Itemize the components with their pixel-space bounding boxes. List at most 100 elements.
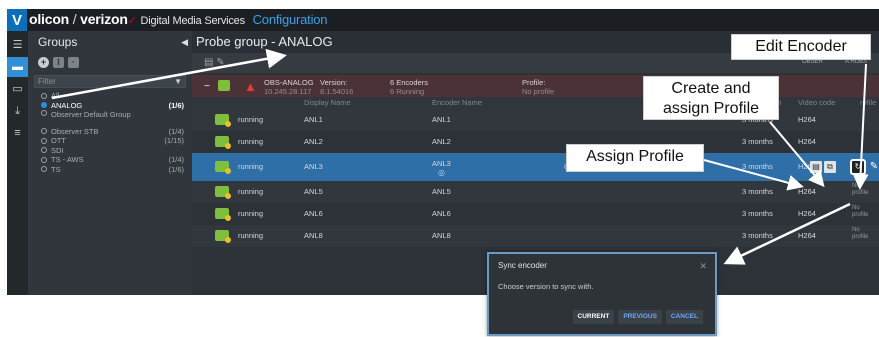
filter-placeholder: Filter (38, 77, 56, 86)
groups-title: Groups (38, 35, 78, 49)
group-item-observer-default[interactable]: Observer Default Group (28, 110, 192, 126)
table-row[interactable]: running ANL8 ANL8 3 months H264 No profi… (192, 225, 879, 247)
warning-icon: ▲ (244, 79, 257, 94)
group-item-observer-stb[interactable]: Observer STB (1/4) (28, 127, 192, 136)
radio-icon (41, 137, 47, 144)
close-icon[interactable]: ✕ (699, 254, 707, 278)
encoder-status-icon (215, 186, 231, 199)
radio-selected-icon (41, 102, 47, 108)
group-item-analog[interactable]: ANALOG (1/6) (28, 101, 192, 110)
callout-edit-encoder: Edit Encoder (731, 34, 871, 60)
radio-icon (41, 110, 47, 116)
row-encoder-name: ANL3 (432, 159, 451, 168)
group-count: (1/15) (164, 136, 184, 145)
add-group-icon[interactable]: + (38, 56, 49, 68)
group-item-all[interactable]: All (28, 91, 192, 100)
version-label: Version: (320, 78, 348, 87)
group-label: TS - AWS (51, 155, 84, 164)
groups-header: Groups ◀ (28, 31, 192, 53)
brand-volicon: olicon (29, 11, 70, 27)
row-retention: 3 months (742, 209, 773, 218)
row-display-name: ANL5 (304, 187, 323, 196)
filter-funnel-icon[interactable]: ▼ (174, 76, 182, 87)
sync-encoder-dialog: Sync encoder ✕ Choose version to sync wi… (487, 252, 717, 336)
dialog-title-text: Sync encoder (498, 261, 547, 270)
radio-icon (41, 147, 47, 153)
device-icon[interactable]: ▭ (7, 79, 28, 99)
encoder-status-icon (215, 208, 231, 221)
groups-filter-input[interactable]: Filter ▼ (34, 75, 186, 88)
dialog-buttons: CURRENT PREVIOUS CANCEL (572, 310, 703, 324)
icon-rail: ☰ ▬ ▭ ⤓ ≡ (7, 31, 28, 295)
row-retention: 3 months (742, 162, 773, 171)
sync-encoder-icon[interactable]: ↻ (850, 159, 866, 175)
sync-icon[interactable]: ◎ (438, 168, 445, 177)
row-codec: H264 (798, 137, 816, 146)
previous-button[interactable]: PREVIOUS (618, 310, 662, 324)
delete-group-icon[interactable]: · (68, 56, 79, 68)
groups-list: All ANALOG (1/6) Observer Default Group O… (28, 91, 192, 174)
col-video-codec[interactable]: Video code (798, 98, 835, 107)
row-encoder-name: ANL1 (432, 115, 451, 124)
radio-icon (41, 92, 47, 99)
collapse-minus-icon[interactable]: − (204, 81, 210, 92)
assign-profile-icon[interactable]: ▤ (810, 161, 822, 173)
download-icon[interactable]: ⤓ (7, 101, 28, 121)
encoder-status-icon (215, 114, 231, 127)
group-label: Observer STB (51, 126, 99, 136)
version-value: 8.1.54016 (320, 87, 354, 96)
group-item-sdi[interactable]: SDI (28, 146, 192, 155)
group-label: TS (51, 164, 61, 174)
table-row-selected[interactable]: running ANL3 ANL3 ◎ CaptureCard 320x240 … (192, 153, 879, 181)
rename-group-icon[interactable]: I (53, 56, 64, 68)
row-encoder-name: ANL6 (432, 209, 451, 218)
radio-icon (41, 166, 47, 172)
row-display-name: ANL6 (304, 209, 323, 218)
collapse-caret-icon[interactable]: ◀ (181, 31, 188, 53)
group-count: (1/4) (168, 155, 184, 164)
group-count: (1/6) (168, 100, 184, 110)
list-icon[interactable]: ≡ (7, 123, 28, 143)
encoder-status-icon (215, 136, 231, 149)
hamburger-menu-icon[interactable]: ☰ (7, 35, 28, 55)
callout-create-assign-profile: Create and assign Profile (643, 76, 779, 120)
group-label: Observer Default Group (51, 110, 131, 119)
verizon-check-icon: ✓ (127, 15, 137, 27)
probe-ip: 10.245.28.117 (264, 87, 312, 96)
group-count: (1/6) (168, 164, 184, 174)
group-item-ts[interactable]: TS (1/6) (28, 165, 192, 174)
row-status: running (238, 209, 264, 218)
running-count: 6 Running (390, 87, 425, 96)
probe-name: OBS-ANALOG (264, 78, 314, 87)
profile-value: No profile (522, 87, 555, 96)
row-status: running (238, 115, 264, 124)
row-retention: 3 months (742, 231, 773, 240)
col-encoder-name[interactable]: Encoder Name (432, 98, 482, 107)
group-label: All (51, 91, 60, 100)
row-profile: No profile (852, 227, 869, 240)
group-item-ott[interactable]: OTT (1/15) (28, 136, 192, 145)
edit-encoder-icon[interactable]: ✎ (868, 161, 879, 173)
col-profile[interactable]: rofile (860, 98, 876, 107)
current-button[interactable]: CURRENT (572, 310, 615, 324)
row-display-name: ANL3 (304, 162, 323, 171)
encoder-status-icon (215, 161, 231, 174)
row-codec: H264 (798, 187, 816, 196)
cancel-button[interactable]: CANCEL (665, 310, 703, 324)
create-profile-icon[interactable]: ⧉ (824, 161, 836, 173)
row-encoder-name: ANL5 (432, 187, 451, 196)
table-row[interactable]: running ANL6 ANL6 3 months H264 No profi… (192, 203, 879, 225)
encoders-count: 6 Encoders (390, 78, 428, 87)
row-profile: No profile (852, 205, 869, 218)
row-status: running (238, 162, 264, 171)
monitor-icon[interactable]: ▬ (7, 57, 28, 77)
row-codec: H264 (798, 209, 816, 218)
table-row[interactable]: running ANL2 ANL2 3 months H264 (192, 131, 879, 153)
col-display-name[interactable]: Display Name (304, 98, 351, 107)
group-item-ts-aws[interactable]: TS - AWS (1/4) (28, 155, 192, 164)
row-display-name: ANL1 (304, 115, 323, 124)
table-row[interactable]: running ANL5 ANL5 3 months H264 No profi… (192, 181, 879, 203)
dialog-message: Choose version to sync with. (498, 282, 594, 291)
group-label: SDI (51, 145, 64, 155)
row-retention: 3 months (742, 187, 773, 196)
